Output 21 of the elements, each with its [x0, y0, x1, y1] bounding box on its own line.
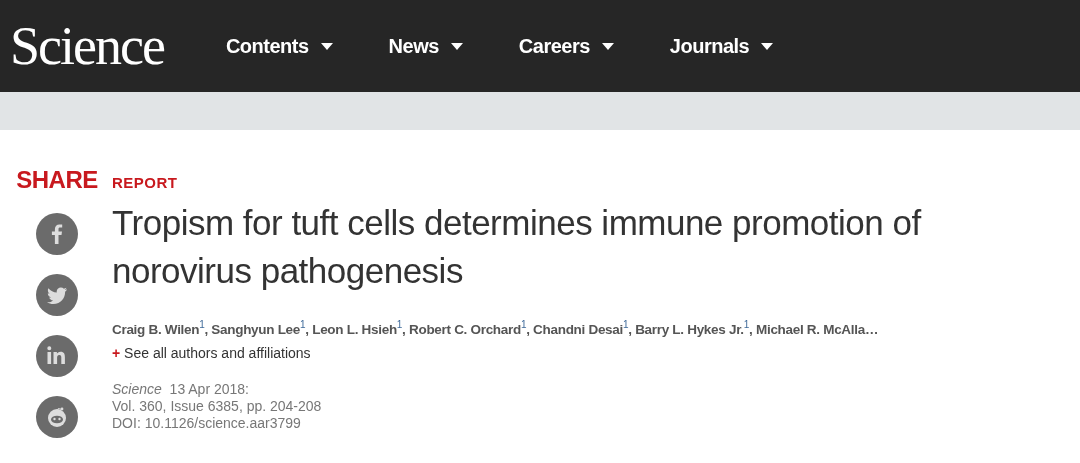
facebook-icon[interactable]: [36, 213, 78, 255]
caret-icon: [761, 42, 774, 50]
linkedin-icon[interactable]: [36, 335, 78, 377]
caret-icon: [601, 42, 614, 50]
citation-volume: Vol. 360, Issue 6385, pp. 204-208: [112, 397, 323, 415]
nav-menu[interactable]: Careers: [518, 34, 614, 58]
twitter-icon[interactable]: [36, 274, 78, 316]
citation-date: Science 13 Apr 2018:: [112, 380, 250, 398]
see-all-authors-link[interactable]: + See all authors and affiliations: [112, 344, 1052, 361]
nav-menu[interactable]: Contents: [225, 34, 333, 58]
caret-icon: [450, 42, 463, 50]
share-label: SHARE: [16, 168, 98, 192]
doi-text: DOI: 10.1126/science.aar3799: [112, 414, 302, 432]
nav-menu[interactable]: Journals: [669, 34, 774, 58]
science-logo[interactable]: Science: [10, 19, 164, 73]
caret-icon: [320, 42, 333, 50]
article-title: Tropism for tuft cells determines immune promotion of norovirus pathogenesis: [112, 202, 923, 292]
nav-menu[interactable]: News: [388, 34, 463, 58]
reddit-icon[interactable]: [36, 396, 78, 438]
author-list: Craig B. Wilen$^{1}$, Sanghyun Lee$^{1}$, Leon L. Hsieh$^{1}$, Robert C. Orchard$^{1}$, Chandni Desai$^{1}$, Barry L. Hykes Jr.$^{1}$, Michael R. McAlla…: [112, 319, 1052, 337]
article-type: REPORT: [112, 174, 179, 191]
